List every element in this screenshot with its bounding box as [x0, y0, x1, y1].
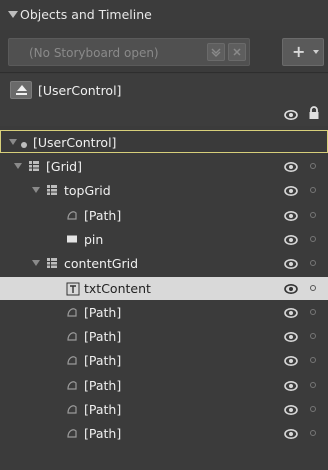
grid-icon [46, 257, 58, 272]
tree-item-label: [Path] [84, 207, 122, 223]
expand-icon[interactable] [32, 187, 40, 194]
lock-dot-icon[interactable] [310, 211, 316, 218]
tree-row[interactable]: [Path] [0, 398, 328, 421]
tree-row[interactable]: [Path] [0, 301, 328, 324]
tree-item-label: [Path] [84, 353, 122, 369]
tree-item-label: contentGrid [64, 256, 139, 272]
path-icon [66, 427, 78, 442]
textblock-icon [66, 282, 80, 299]
visibility-eye-icon[interactable] [283, 282, 299, 297]
visibility-eye-icon[interactable] [283, 209, 299, 224]
lock-dot-icon[interactable] [310, 333, 316, 340]
tree-row[interactable]: [Grid] [0, 155, 328, 178]
visibility-eye-icon[interactable] [283, 160, 299, 175]
usercontrol-icon [20, 138, 28, 152]
expand-icon[interactable] [9, 139, 17, 145]
path-icon [66, 209, 78, 224]
lock-dot-icon[interactable] [310, 357, 316, 364]
scope-section: [UserControl] [0, 74, 328, 126]
collapse-caret-icon[interactable] [8, 11, 18, 18]
visibility-eye-icon[interactable] [283, 184, 299, 199]
tree-row[interactable]: [Path] [0, 325, 328, 348]
object-tree: [UserControl] [Grid] topGrid [Path] pin conte… [0, 128, 328, 470]
visibility-eye-icon[interactable] [283, 354, 299, 369]
grid-icon [46, 184, 58, 199]
grid-icon [28, 160, 40, 175]
storyboard-picker[interactable]: (No Storyboard open) [8, 38, 250, 66]
path-icon [66, 330, 78, 345]
plus-icon: + [292, 42, 306, 61]
divider [0, 72, 328, 73]
tree-row[interactable]: [Path] [0, 349, 328, 372]
path-icon [66, 379, 78, 394]
expand-icon[interactable] [14, 163, 22, 169]
storyboard-placeholder: (No Storyboard open) [29, 46, 159, 60]
tree-item-label: topGrid [64, 183, 111, 199]
lock-dot-icon[interactable] [310, 163, 316, 169]
tree-row[interactable]: txtContent [0, 276, 328, 300]
storyboard-row: (No Storyboard open) + [0, 38, 328, 68]
tree-item-label: txtContent [84, 280, 151, 296]
panel-header[interactable]: Objects and Timeline [0, 0, 328, 30]
panel-title: Objects and Timeline [20, 7, 152, 22]
scope-up-arrow-icon [17, 85, 27, 91]
visibility-eye-icon[interactable] [283, 427, 299, 442]
chevron-down-icon [313, 50, 319, 54]
visibility-eye-icon[interactable] [283, 403, 299, 418]
lock-dot-icon[interactable] [310, 406, 316, 412]
new-storyboard-button[interactable]: + [282, 38, 324, 66]
show-all-eye-icon[interactable] [283, 108, 299, 123]
tree-row[interactable]: topGrid [0, 179, 328, 202]
visibility-eye-icon[interactable] [283, 233, 299, 248]
lock-dot-icon[interactable] [310, 260, 316, 267]
scope-label: [UserControl] [38, 83, 122, 98]
visibility-eye-icon[interactable] [283, 306, 299, 321]
tree-row[interactable]: [Path] [0, 374, 328, 397]
tree-item-label: [Path] [84, 377, 122, 393]
visibility-eye-icon[interactable] [283, 379, 299, 394]
storyboard-options-icon[interactable] [207, 43, 225, 61]
lock-dot-icon[interactable] [310, 381, 316, 388]
tree-root-row[interactable]: [UserControl] [0, 130, 328, 153]
lock-dot-icon[interactable] [310, 235, 316, 242]
lock-dot-icon[interactable] [310, 284, 316, 291]
path-icon [66, 354, 78, 369]
rectangle-icon [66, 233, 78, 248]
scope-up-button[interactable] [10, 81, 32, 99]
lock-dot-icon[interactable] [310, 308, 316, 315]
visibility-eye-icon[interactable] [283, 330, 299, 345]
lock-dot-icon[interactable] [310, 187, 316, 194]
tree-item-label: [UserControl] [33, 135, 117, 150]
tree-item-label: [Path] [84, 402, 122, 417]
tree-row[interactable]: contentGrid [0, 252, 328, 275]
tree-row[interactable]: [Path] [0, 204, 328, 227]
objects-and-timeline-panel: Objects and Timeline (No Storyboard open… [0, 0, 328, 470]
path-icon [66, 306, 78, 321]
path-icon [66, 403, 78, 418]
tree-item-label: [Path] [84, 304, 122, 320]
tree-item-label: [Path] [84, 426, 122, 442]
close-storyboard-icon[interactable] [228, 43, 246, 61]
expand-icon[interactable] [32, 260, 40, 267]
tree-item-label: pin [84, 231, 104, 247]
tree-item-label: [Grid] [46, 159, 82, 174]
lock-dot-icon[interactable] [310, 430, 316, 437]
tree-row[interactable]: [Path] [0, 422, 328, 445]
tree-row[interactable]: pin [0, 228, 328, 251]
lock-all-icon[interactable] [308, 106, 320, 123]
tree-item-label: [Path] [84, 329, 122, 345]
visibility-eye-icon[interactable] [283, 257, 299, 272]
